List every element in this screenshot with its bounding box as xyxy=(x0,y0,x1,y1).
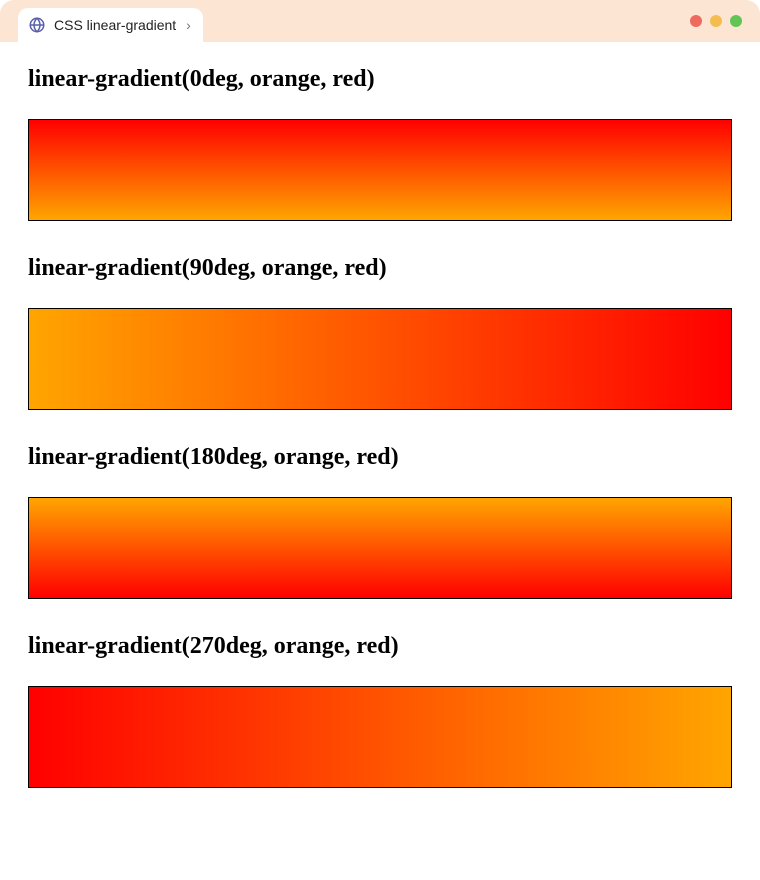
gradient-swatch xyxy=(28,497,732,599)
example-title: linear-gradient(90deg, orange, red) xyxy=(28,255,732,282)
window-minimize-button[interactable] xyxy=(710,15,722,27)
tab-title: CSS linear-gradient xyxy=(54,17,176,33)
browser-window: CSS linear-gradient › linear-gradient(0d… xyxy=(0,0,760,880)
browser-tab[interactable]: CSS linear-gradient › xyxy=(18,8,203,42)
page-content: linear-gradient(0deg, orange, red) linea… xyxy=(0,42,760,852)
gradient-swatch xyxy=(28,119,732,221)
window-controls xyxy=(690,15,742,27)
globe-icon xyxy=(28,16,46,34)
gradient-swatch xyxy=(28,686,732,788)
gradient-example: linear-gradient(90deg, orange, red) xyxy=(28,255,732,410)
example-title: linear-gradient(0deg, orange, red) xyxy=(28,66,732,93)
gradient-example: linear-gradient(0deg, orange, red) xyxy=(28,66,732,221)
gradient-example: linear-gradient(180deg, orange, red) xyxy=(28,444,732,599)
window-zoom-button[interactable] xyxy=(730,15,742,27)
titlebar: CSS linear-gradient › xyxy=(0,0,760,42)
example-title: linear-gradient(180deg, orange, red) xyxy=(28,444,732,471)
gradient-example: linear-gradient(270deg, orange, red) xyxy=(28,633,732,788)
example-title: linear-gradient(270deg, orange, red) xyxy=(28,633,732,660)
chevron-right-icon: › xyxy=(186,17,191,33)
gradient-swatch xyxy=(28,308,732,410)
window-close-button[interactable] xyxy=(690,15,702,27)
